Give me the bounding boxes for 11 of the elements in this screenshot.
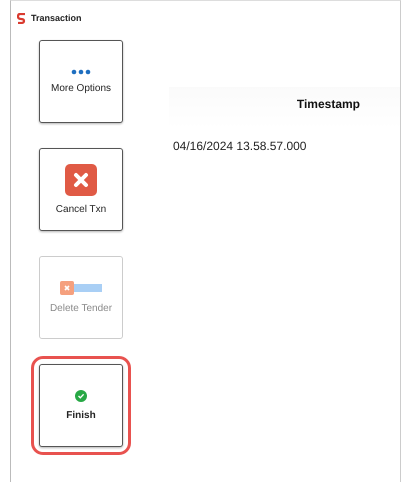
- delete-tender-icon: [60, 281, 102, 295]
- action-button[interactable]: Cancel Txn: [39, 148, 123, 231]
- window-title: Transaction: [31, 13, 82, 23]
- check-icon: [75, 390, 87, 402]
- app-logo-icon: [17, 12, 27, 24]
- action-button[interactable]: Finish: [39, 364, 123, 447]
- table-cell-text: 04/16/2024 13.58.57.000: [172, 138, 308, 153]
- action-button[interactable]: More Options: [39, 40, 123, 123]
- column-header: Timestamp: [296, 97, 360, 113]
- close-icon: [65, 164, 97, 196]
- more-icon: [71, 69, 91, 75]
